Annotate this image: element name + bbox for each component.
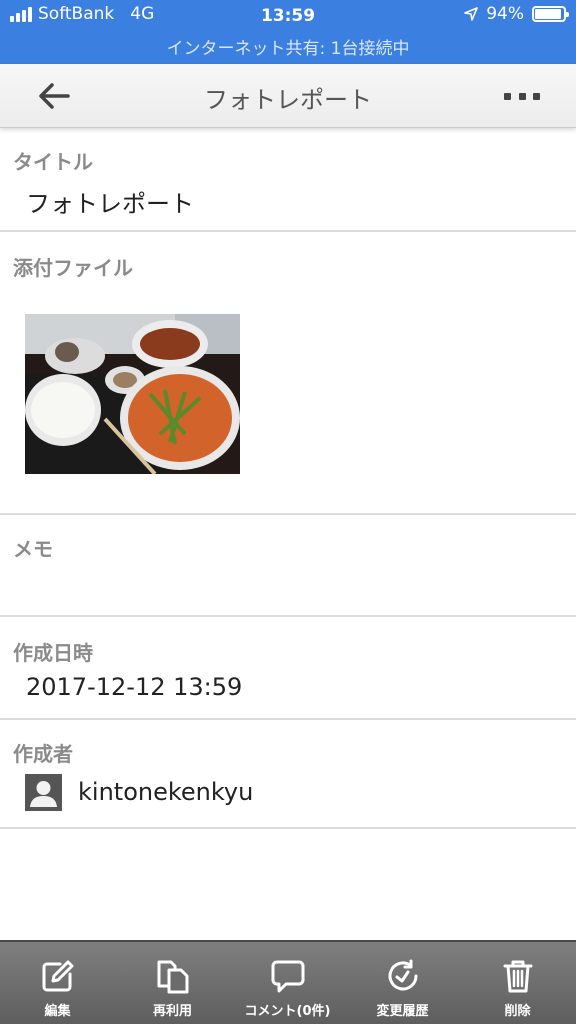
comment-button[interactable]: コメント(0件) (230, 942, 345, 1024)
memo-label: メモ (13, 537, 53, 561)
created-at-value: 2017-12-12 13:59 (26, 673, 243, 701)
title-label: タイトル (13, 150, 93, 174)
title-field: タイトル フォトレポート (0, 130, 576, 232)
creator-name[interactable]: kintonekenkyu (78, 778, 253, 806)
comment-label: コメント(0件) (244, 1004, 331, 1019)
hotspot-banner[interactable]: インターネット共有: 1台接続中 (0, 34, 576, 59)
edit-button[interactable]: 編集 (0, 942, 115, 1024)
attachment-label: 添付ファイル (13, 256, 133, 280)
status-bar: SoftBank 4G 13:59 94% インターネット共有: 1台接続中 (0, 0, 576, 64)
created-at-field: 作成日時 2017-12-12 13:59 (0, 617, 576, 720)
delete-label: 削除 (504, 1004, 531, 1019)
created-at-label: 作成日時 (13, 641, 93, 665)
attachment-field: 添付ファイル (0, 232, 576, 515)
user-avatar-icon[interactable] (25, 774, 62, 811)
trash-icon (503, 960, 533, 993)
bottom-toolbar: 編集 再利用 コメント(0件) 変更履歴 削除 (0, 940, 576, 1024)
comment-icon (271, 960, 305, 993)
more-horizontal-icon (504, 92, 511, 100)
delete-button[interactable]: 削除 (460, 942, 575, 1024)
memo-field: メモ (0, 515, 576, 617)
photo-thumbnail[interactable] (25, 314, 240, 474)
reuse-label: 再利用 (152, 1004, 192, 1019)
creator-label: 作成者 (13, 742, 73, 766)
battery-icon (532, 6, 569, 22)
title-value: フォトレポート (26, 190, 194, 218)
page-title: フォトレポート (204, 86, 372, 114)
history-button[interactable]: 変更履歴 (345, 942, 460, 1024)
creator-field: 作成者 kintonekenkyu (0, 720, 576, 829)
battery-percent: 94% (486, 4, 524, 24)
food-photo (25, 314, 240, 474)
location-arrow-icon (464, 7, 479, 21)
reuse-button[interactable]: 再利用 (115, 942, 230, 1024)
history-icon (388, 959, 418, 991)
edit-icon (42, 960, 74, 992)
copy-icon (157, 960, 189, 994)
edit-label: 編集 (44, 1004, 71, 1019)
history-label: 変更履歴 (376, 1004, 429, 1019)
nav-bar: フォトレポート (0, 64, 576, 128)
more-button[interactable] (504, 84, 540, 108)
